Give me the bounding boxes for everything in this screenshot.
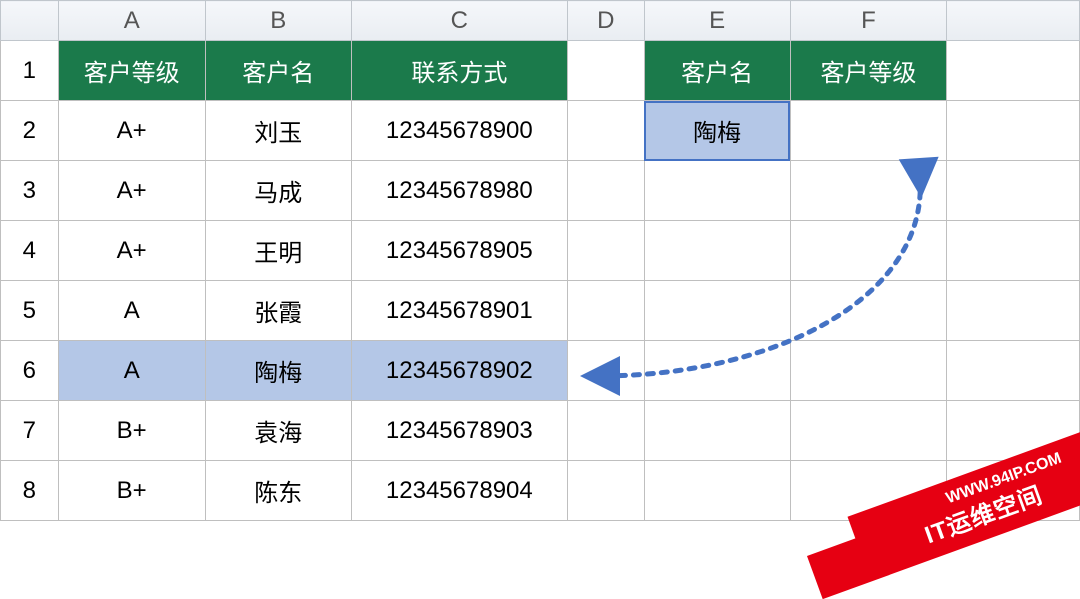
cell-B6[interactable]: 陶梅 (205, 341, 351, 401)
cell-F8[interactable] (790, 461, 947, 521)
cell-F4[interactable] (790, 221, 947, 281)
cell-F1[interactable]: 客户等级 (790, 41, 947, 101)
row-1: 1 客户等级 客户名 联系方式 客户名 客户等级 (1, 41, 1080, 101)
cell-G7[interactable] (947, 401, 1080, 461)
cell-B8[interactable]: 陈东 (205, 461, 351, 521)
cell-A2[interactable]: A+ (58, 101, 205, 161)
cell-G3[interactable] (947, 161, 1080, 221)
cell-E1[interactable]: 客户名 (644, 41, 790, 101)
cell-G1[interactable] (947, 41, 1080, 101)
row-header-2[interactable]: 2 (1, 101, 59, 161)
cell-D5[interactable] (567, 281, 644, 341)
cell-D6[interactable] (567, 341, 644, 401)
row-2: 2 A+ 刘玉 12345678900 陶梅 (1, 101, 1080, 161)
cell-E8[interactable] (644, 461, 790, 521)
cell-E6[interactable] (644, 341, 790, 401)
col-header-A[interactable]: A (58, 1, 205, 41)
row-header-8[interactable]: 8 (1, 461, 59, 521)
cell-A5[interactable]: A (58, 281, 205, 341)
row-3: 3 A+ 马成 12345678980 (1, 161, 1080, 221)
col-header-G[interactable] (947, 1, 1080, 41)
row-7: 7 B+ 袁海 12345678903 (1, 401, 1080, 461)
cell-B1[interactable]: 客户名 (205, 41, 351, 101)
cell-G2[interactable] (947, 101, 1080, 161)
cell-B5[interactable]: 张霞 (205, 281, 351, 341)
cell-C2[interactable]: 12345678900 (351, 101, 567, 161)
cell-D4[interactable] (567, 221, 644, 281)
spreadsheet-grid[interactable]: A B C D E F 1 客户等级 客户名 联系方式 客户名 客户等级 2 A… (0, 0, 1080, 521)
col-header-D[interactable]: D (567, 1, 644, 41)
row-header-1[interactable]: 1 (1, 41, 59, 101)
select-all-corner[interactable] (1, 1, 59, 41)
cell-E2[interactable]: 陶梅 (644, 101, 790, 161)
row-4: 4 A+ 王明 12345678905 (1, 221, 1080, 281)
row-header-5[interactable]: 5 (1, 281, 59, 341)
cell-F7[interactable] (790, 401, 947, 461)
row-header-4[interactable]: 4 (1, 221, 59, 281)
row-8: 8 B+ 陈东 12345678904 (1, 461, 1080, 521)
cell-E4[interactable] (644, 221, 790, 281)
cell-B3[interactable]: 马成 (205, 161, 351, 221)
cell-A1[interactable]: 客户等级 (58, 41, 205, 101)
col-header-E[interactable]: E (644, 1, 790, 41)
col-header-F[interactable]: F (790, 1, 947, 41)
cell-G8[interactable] (947, 461, 1080, 521)
cell-G4[interactable] (947, 221, 1080, 281)
cell-C7[interactable]: 12345678903 (351, 401, 567, 461)
column-header-row: A B C D E F (1, 1, 1080, 41)
cell-A6[interactable]: A (58, 341, 205, 401)
row-6: 6 A 陶梅 12345678902 (1, 341, 1080, 401)
cell-D8[interactable] (567, 461, 644, 521)
row-header-7[interactable]: 7 (1, 401, 59, 461)
cell-D2[interactable] (567, 101, 644, 161)
cell-C6[interactable]: 12345678902 (351, 341, 567, 401)
cell-G5[interactable] (947, 281, 1080, 341)
cell-B2[interactable]: 刘玉 (205, 101, 351, 161)
cell-A7[interactable]: B+ (58, 401, 205, 461)
cell-E7[interactable] (644, 401, 790, 461)
cell-F2[interactable] (790, 101, 947, 161)
cell-E5[interactable] (644, 281, 790, 341)
cell-F6[interactable] (790, 341, 947, 401)
cell-E3[interactable] (644, 161, 790, 221)
cell-G6[interactable] (947, 341, 1080, 401)
cell-F3[interactable] (790, 161, 947, 221)
cell-A8[interactable]: B+ (58, 461, 205, 521)
col-header-B[interactable]: B (205, 1, 351, 41)
cell-B4[interactable]: 王明 (205, 221, 351, 281)
cell-A3[interactable]: A+ (58, 161, 205, 221)
cell-D7[interactable] (567, 401, 644, 461)
cell-C3[interactable]: 12345678980 (351, 161, 567, 221)
row-header-6[interactable]: 6 (1, 341, 59, 401)
cell-A4[interactable]: A+ (58, 221, 205, 281)
cell-D1[interactable] (567, 41, 644, 101)
cell-F5[interactable] (790, 281, 947, 341)
cell-B7[interactable]: 袁海 (205, 401, 351, 461)
cell-C8[interactable]: 12345678904 (351, 461, 567, 521)
col-header-C[interactable]: C (351, 1, 567, 41)
row-header-3[interactable]: 3 (1, 161, 59, 221)
cell-C4[interactable]: 12345678905 (351, 221, 567, 281)
cell-C1[interactable]: 联系方式 (351, 41, 567, 101)
cell-C5[interactable]: 12345678901 (351, 281, 567, 341)
cell-D3[interactable] (567, 161, 644, 221)
row-5: 5 A 张霞 12345678901 (1, 281, 1080, 341)
